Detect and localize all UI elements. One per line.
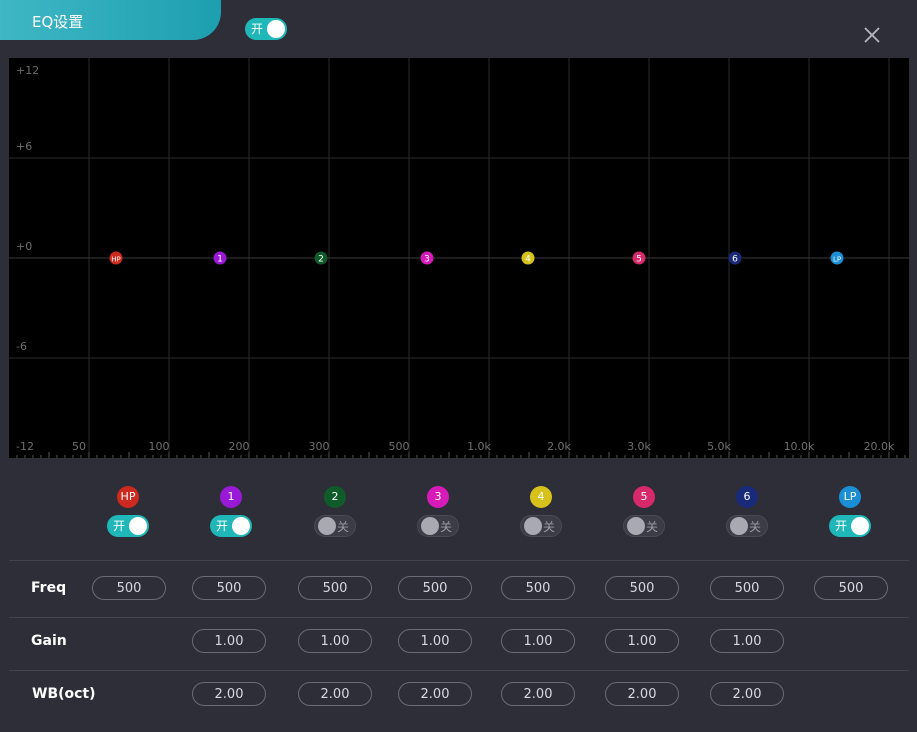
- gain-input-band-5[interactable]: [605, 629, 679, 653]
- band-toggle-label: 关: [646, 520, 659, 534]
- toggle-knob: [730, 517, 748, 535]
- wb-input-band-2[interactable]: [298, 682, 372, 706]
- band-toggle-label: 关: [440, 520, 453, 534]
- band-badge-3: 3: [427, 486, 449, 508]
- toggle-knob: [524, 517, 542, 535]
- divider: [9, 617, 909, 618]
- x-tick-label: 2.0k: [547, 440, 571, 453]
- band-toggle-label: 关: [543, 520, 556, 534]
- band-toggle-lp[interactable]: 开: [829, 515, 871, 537]
- band-badge-2: 2: [324, 486, 346, 508]
- divider: [9, 560, 909, 561]
- band-toggle-label: 关: [749, 520, 762, 534]
- gain-input-band-3[interactable]: [398, 629, 472, 653]
- gain-input-band-1[interactable]: [192, 629, 266, 653]
- band-point-label: 3: [424, 255, 430, 265]
- band-point-1[interactable]: 1: [213, 251, 227, 265]
- band-point-label: 5: [636, 255, 642, 265]
- band-badge-hp: HP: [117, 486, 139, 508]
- band-badge-lp: LP: [839, 486, 861, 508]
- freq-input-5[interactable]: [605, 576, 679, 600]
- x-tick-label: 50: [72, 440, 86, 453]
- band-point-label: HP: [111, 256, 121, 264]
- x-tick-label: 5.0k: [707, 440, 731, 453]
- x-tick-label: 300: [309, 440, 330, 453]
- band-point-label: 4: [525, 255, 531, 265]
- band-point-4[interactable]: 4: [521, 251, 535, 265]
- toggle-knob: [267, 20, 285, 38]
- window-title: EQ设置: [32, 13, 84, 31]
- band-badge-6: 6: [736, 486, 758, 508]
- freq-input-6[interactable]: [710, 576, 784, 600]
- freq-input-1[interactable]: [192, 576, 266, 600]
- x-tick-label: 3.0k: [627, 440, 651, 453]
- x-tick-label: 200: [229, 440, 250, 453]
- gain-input-band-2[interactable]: [298, 629, 372, 653]
- master-toggle-label: 开: [251, 22, 264, 36]
- band-point-label: 2: [318, 255, 324, 265]
- toggle-knob: [421, 517, 439, 535]
- wb-input-band-6[interactable]: [710, 682, 784, 706]
- band-toggle-5[interactable]: 关: [623, 515, 665, 537]
- eq-graph[interactable]: +12 +6 +0 -6 -12 50 100 200 300 500 1.0k 2.0k 3.0k 5.…: [9, 58, 909, 458]
- y-tick-label: -6: [16, 340, 27, 353]
- band-point-3[interactable]: 3: [420, 251, 434, 265]
- y-tick-label: +12: [16, 64, 39, 77]
- gain-input-band-4[interactable]: [501, 629, 575, 653]
- band-badge-4: 4: [530, 486, 552, 508]
- band-point-hp[interactable]: HP: [109, 251, 123, 265]
- gain-input-band-6[interactable]: [710, 629, 784, 653]
- band-toggle-3[interactable]: 关: [417, 515, 459, 537]
- y-tick-label: -12: [16, 440, 34, 453]
- toggle-knob: [851, 517, 869, 535]
- band-toggle-hp[interactable]: 开: [107, 515, 149, 537]
- x-tick-label: 20.0k: [864, 440, 895, 453]
- band-toggle-label: 开: [216, 519, 229, 533]
- x-tick-label: 100: [149, 440, 170, 453]
- eq-graph-canvas: +12 +6 +0 -6 -12 50 100 200 300 500 1.0k 2.0k 3.0k 5.…: [9, 58, 909, 458]
- band-toggle-label: 关: [337, 520, 350, 534]
- freq-input-4[interactable]: [501, 576, 575, 600]
- toggle-knob: [232, 517, 250, 535]
- freq-input-2[interactable]: [298, 576, 372, 600]
- band-point-label: 6: [732, 255, 738, 265]
- wb-label: WB(oct): [32, 686, 96, 702]
- band-point-lp[interactable]: LP: [830, 251, 844, 265]
- freq-input-3[interactable]: [398, 576, 472, 600]
- band-badge-5: 5: [633, 486, 655, 508]
- band-toggle-label: 开: [835, 519, 848, 533]
- master-eq-toggle[interactable]: 开: [245, 18, 287, 40]
- y-tick-label: +6: [16, 140, 32, 153]
- wb-input-band-4[interactable]: [501, 682, 575, 706]
- band-point-label: 1: [217, 255, 223, 265]
- title-tab: EQ设置: [0, 0, 221, 40]
- band-toggle-label: 开: [113, 519, 126, 533]
- toggle-knob: [129, 517, 147, 535]
- band-toggle-2[interactable]: 关: [314, 515, 356, 537]
- toggle-knob: [627, 517, 645, 535]
- gain-label: Gain: [31, 633, 67, 649]
- band-point-6[interactable]: 6: [728, 251, 742, 265]
- band-toggle-6[interactable]: 关: [726, 515, 768, 537]
- band-badge-1: 1: [220, 486, 242, 508]
- wb-input-band-1[interactable]: [192, 682, 266, 706]
- wb-input-band-3[interactable]: [398, 682, 472, 706]
- freq-input-lp[interactable]: [814, 576, 888, 600]
- band-point-5[interactable]: 5: [632, 251, 646, 265]
- freq-input-hp[interactable]: [92, 576, 166, 600]
- x-tick-label: 1.0k: [467, 440, 491, 453]
- toggle-knob: [318, 517, 336, 535]
- x-tick-label: 10.0k: [784, 440, 815, 453]
- band-point-2[interactable]: 2: [314, 251, 328, 265]
- x-tick-label: 500: [389, 440, 410, 453]
- y-tick-label: +0: [16, 240, 32, 253]
- band-toggle-4[interactable]: 关: [520, 515, 562, 537]
- divider: [9, 670, 909, 671]
- freq-label: Freq: [31, 580, 67, 596]
- wb-input-band-5[interactable]: [605, 682, 679, 706]
- band-point-label: LP: [833, 256, 841, 264]
- close-icon[interactable]: [862, 25, 882, 45]
- band-toggle-1[interactable]: 开: [210, 515, 252, 537]
